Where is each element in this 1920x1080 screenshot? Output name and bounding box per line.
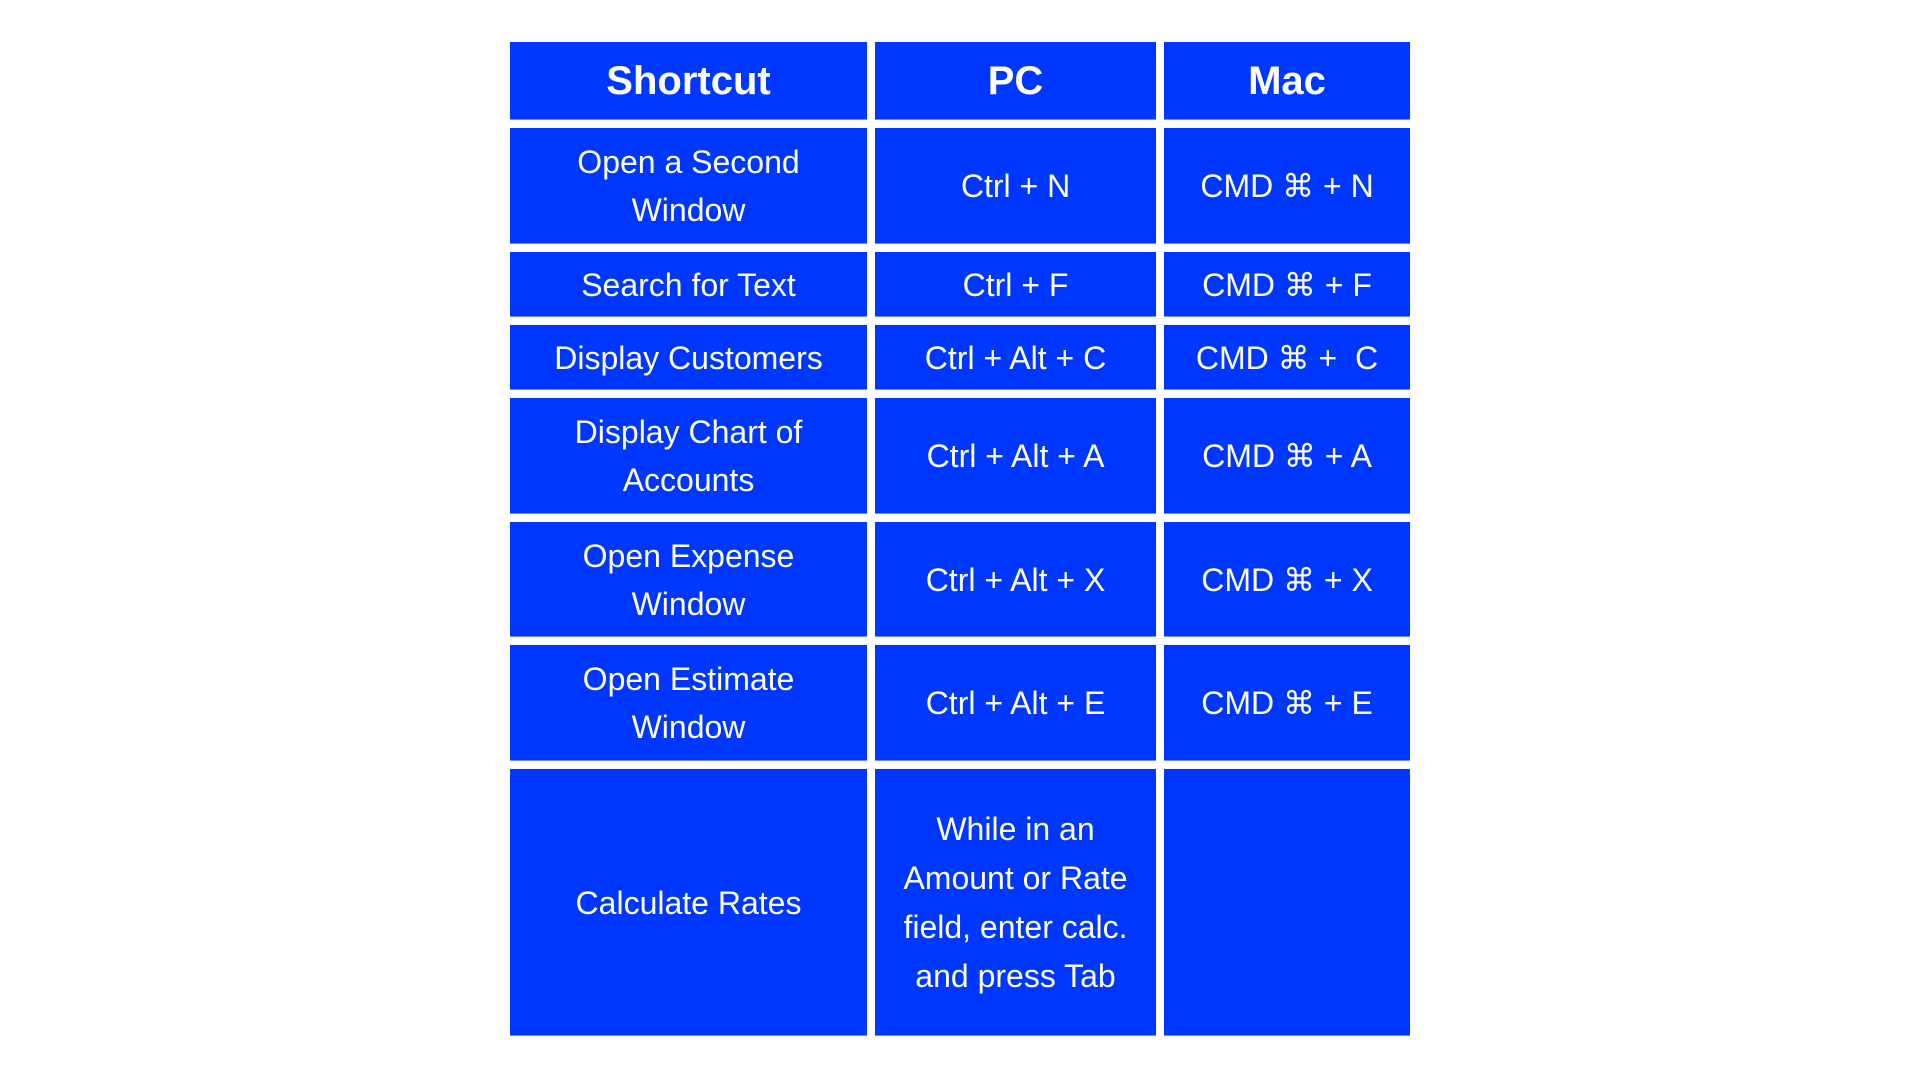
row-7-shortcut: Calculate Rates <box>510 769 867 1036</box>
row-5-pc: Ctrl + Alt + X <box>875 522 1156 637</box>
row-3-pc: Ctrl + Alt + C <box>875 325 1156 390</box>
row-2-mac: CMD ⌘ + F <box>1164 252 1410 317</box>
row-5-mac: CMD ⌘ + X <box>1164 522 1410 637</box>
row-7-mac <box>1164 769 1410 1036</box>
shortcut-label: Display Customers <box>554 339 823 376</box>
header-mac: Mac <box>1164 42 1410 120</box>
shortcut-label: Open Expense Window <box>582 537 804 622</box>
shortcut-label: Calculate Rates <box>575 884 802 921</box>
header-shortcut-label: Shortcut <box>606 59 771 103</box>
mac-keys: CMD ⌘ + X <box>1201 561 1373 598</box>
shortcuts-table: Shortcut PC Mac Open a Second Window Ctr… <box>510 42 1410 1036</box>
header-pc-label: PC <box>987 59 1044 103</box>
header-pc: PC <box>875 42 1156 120</box>
row-2-shortcut: Search for Text <box>510 252 867 317</box>
row-6-shortcut: Open Estimate Window <box>510 645 867 761</box>
row-6-pc: Ctrl + Alt + E <box>875 645 1156 761</box>
pc-keys: Ctrl + Alt + X <box>925 561 1106 598</box>
shortcut-label: Open Estimate Window <box>582 661 804 745</box>
row-1-shortcut: Open a Second Window <box>510 128 867 244</box>
shortcut-label: Open a Second Window <box>577 144 809 228</box>
row-3-mac: CMD ⌘ + C <box>1164 325 1410 390</box>
row-1-pc: Ctrl + N <box>875 128 1156 244</box>
mac-keys: CMD ⌘ + E <box>1201 685 1373 721</box>
row-1-mac: CMD ⌘ + N <box>1164 128 1410 244</box>
row-7-pc: While in an Amount or Rate field, enter … <box>875 769 1156 1036</box>
header-shortcut: Shortcut <box>510 42 867 120</box>
row-2-pc: Ctrl + F <box>875 252 1156 317</box>
shortcut-label: Search for Text <box>581 266 796 303</box>
row-6-mac: CMD ⌘ + E <box>1164 645 1410 761</box>
mac-keys: CMD ⌘ + C <box>1195 339 1379 376</box>
pc-keys: Ctrl + Alt + C <box>924 339 1107 376</box>
shortcut-label: Display Chart of Accounts <box>574 414 810 498</box>
header-mac-label: Mac <box>1248 59 1326 103</box>
mac-keys: CMD ⌘ + F <box>1202 266 1372 303</box>
pc-keys: While in an Amount or Rate field, enter … <box>903 810 1137 994</box>
row-5-shortcut: Open Expense Window <box>510 522 867 637</box>
row-4-pc: Ctrl + Alt + A <box>875 398 1156 514</box>
mac-keys: CMD ⌘ + N <box>1200 168 1374 204</box>
pc-keys: Ctrl + Alt + E <box>925 685 1106 721</box>
pc-keys: Ctrl + N <box>960 168 1071 204</box>
pc-keys: Ctrl + Alt + A <box>926 438 1105 474</box>
mac-keys: CMD ⌘ + A <box>1202 438 1372 474</box>
pc-keys: Ctrl + F <box>962 266 1069 303</box>
row-4-shortcut: Display Chart of Accounts <box>510 398 867 514</box>
row-3-shortcut: Display Customers <box>510 325 867 390</box>
row-4-mac: CMD ⌘ + A <box>1164 398 1410 514</box>
